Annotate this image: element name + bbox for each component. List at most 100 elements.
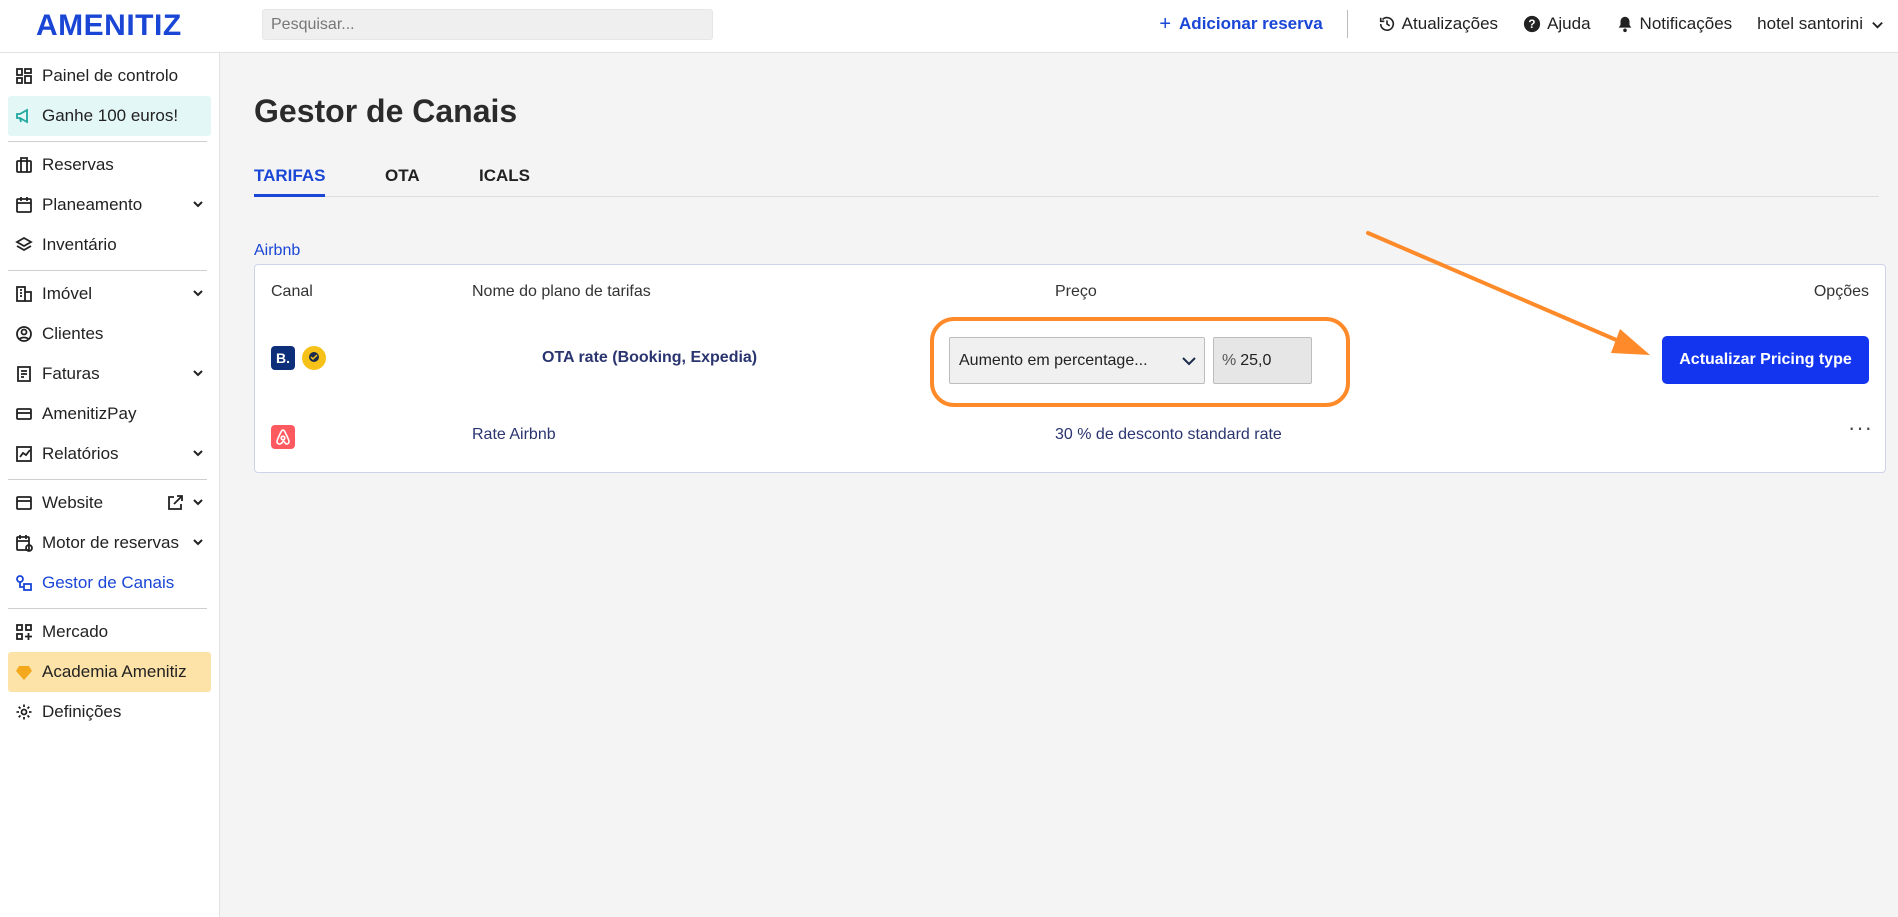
amenitiz-logo[interactable]: AMENITIZ <box>36 9 182 43</box>
suitcase-icon <box>14 155 34 175</box>
sidebar-item-label: Definições <box>42 702 122 721</box>
building-icon <box>14 284 34 304</box>
more-options-icon[interactable]: ··· <box>1848 415 1873 441</box>
sidebar-item-referral[interactable]: Ganhe 100 euros! <box>8 96 211 136</box>
sidebar-item-label: Relatórios <box>42 444 119 463</box>
notifications-label: Notificações <box>1639 14 1733 33</box>
plan-name-ota: OTA rate (Booking, Expedia) <box>542 349 758 366</box>
percent-unit: % <box>1222 351 1237 369</box>
header-channel: Canal <box>271 283 313 300</box>
tab-bar: TARIFAS OTA ICALS <box>254 166 1879 197</box>
help-label: Ajuda <box>1547 14 1591 33</box>
plus-icon: + <box>1159 12 1172 35</box>
sidebar-item-property[interactable]: Imóvel <box>8 274 211 314</box>
header-plan-name: Nome do plano de tarifas <box>472 283 651 300</box>
svg-text:B.: B. <box>276 350 290 366</box>
percentage-field[interactable]: % <box>1213 337 1312 384</box>
sidebar-item-reservations[interactable]: Reservas <box>8 145 211 185</box>
users-icon <box>14 324 34 344</box>
chart-icon <box>14 444 34 464</box>
sidebar-item-amenitizpay[interactable]: AmenitizPay <box>8 394 211 434</box>
card-icon <box>14 404 34 424</box>
channels-icon <box>14 573 34 593</box>
layers-icon <box>14 235 34 255</box>
sidebar-item-label: Motor de reservas <box>42 533 179 552</box>
sidebar-divider <box>8 479 207 480</box>
tab-ota[interactable]: OTA <box>385 166 420 194</box>
sidebar-item-settings[interactable]: Definições <box>8 692 211 732</box>
expedia-icon <box>302 346 326 370</box>
hotel-menu[interactable]: hotel santorini <box>1757 14 1884 34</box>
help-button[interactable]: ? Ajuda <box>1523 14 1591 34</box>
booking-icon: B. <box>271 346 295 370</box>
updates-button[interactable]: Atualizações <box>1378 14 1498 34</box>
chevron-down-icon[interactable] <box>191 197 205 211</box>
tab-tarifas[interactable]: TARIFAS <box>254 166 326 197</box>
dashboard-icon <box>14 66 34 86</box>
sidebar: Painel de controlo Ganhe 100 euros! Rese… <box>0 53 220 917</box>
chevron-down-icon[interactable] <box>191 286 205 300</box>
calendar-icon <box>14 195 34 215</box>
chevron-down-icon[interactable] <box>191 535 205 549</box>
history-icon <box>1379 16 1394 32</box>
top-bar: AMENITIZ + Adicionar reserva Atualizaçõe… <box>0 0 1898 53</box>
sidebar-item-planning[interactable]: Planeamento <box>8 185 211 225</box>
invoice-icon <box>14 364 34 384</box>
sidebar-divider <box>8 270 207 271</box>
chevron-down-icon[interactable] <box>191 366 205 380</box>
sidebar-item-label: Website <box>42 493 104 512</box>
sidebar-item-label: Planeamento <box>42 195 143 214</box>
pricing-type-select[interactable]: Aumento em percentage... <box>949 337 1205 384</box>
sidebar-item-label: Reservas <box>42 155 114 174</box>
chevron-down-icon <box>1182 357 1196 366</box>
pricing-type-value: Aumento em percentage... <box>959 351 1148 369</box>
updates-label: Atualizações <box>1401 14 1499 33</box>
sidebar-item-label: Gestor de Canais <box>42 573 175 592</box>
browser-icon <box>14 493 34 513</box>
sidebar-item-dashboard[interactable]: Painel de controlo <box>8 56 211 96</box>
external-link-icon[interactable] <box>166 494 184 512</box>
sidebar-item-label: Academia Amenitiz <box>42 662 187 681</box>
hotel-name: hotel santorini <box>1757 14 1863 33</box>
sidebar-item-label: Painel de controlo <box>42 66 179 85</box>
rates-table: Canal Nome do plano de tarifas Preço Opç… <box>254 264 1886 473</box>
sidebar-item-label: Faturas <box>42 364 100 383</box>
sidebar-item-channel-manager[interactable]: Gestor de Canais <box>8 563 211 603</box>
price-airbnb: 30 % de desconto standard rate <box>1055 426 1282 443</box>
header-options: Opções <box>1813 283 1869 300</box>
svg-text:?: ? <box>1528 18 1535 31</box>
sidebar-item-invoices[interactable]: Faturas <box>8 354 211 394</box>
diamond-icon <box>14 662 34 682</box>
search-input[interactable] <box>262 9 713 40</box>
gear-icon <box>14 702 34 722</box>
sidebar-item-marketplace[interactable]: Mercado <box>8 612 211 652</box>
divider <box>1346 10 1348 38</box>
sidebar-item-reports[interactable]: Relatórios <box>8 434 211 474</box>
sidebar-item-clients[interactable]: Clientes <box>8 314 211 354</box>
chevron-down-icon[interactable] <box>191 495 205 509</box>
sidebar-item-website[interactable]: Website <box>8 483 211 523</box>
sidebar-item-label: Inventário <box>42 235 117 254</box>
sidebar-divider <box>8 608 207 609</box>
sidebar-item-label: Ganhe 100 euros! <box>42 106 179 125</box>
add-reservation-label: Adicionar reserva <box>1179 14 1323 33</box>
section-airbnb-link[interactable]: Airbnb <box>254 242 300 260</box>
sidebar-item-inventory[interactable]: Inventário <box>8 225 211 265</box>
update-pricing-type-button[interactable]: Actualizar Pricing type <box>1662 336 1869 384</box>
sidebar-item-label: Clientes <box>42 324 104 343</box>
plan-name-airbnb: Rate Airbnb <box>472 426 556 443</box>
sidebar-item-academy[interactable]: Academia Amenitiz <box>8 652 211 692</box>
sidebar-item-label: AmenitizPay <box>42 404 137 423</box>
tab-icals[interactable]: ICALS <box>479 166 530 194</box>
add-reservation-button[interactable]: + Adicionar reserva <box>1159 13 1322 36</box>
calendar-check-icon <box>14 533 34 553</box>
sidebar-item-label: Mercado <box>42 622 109 641</box>
apps-icon <box>14 622 34 642</box>
help-icon: ? <box>1523 15 1541 33</box>
sidebar-item-label: Imóvel <box>42 284 93 303</box>
chevron-down-icon[interactable] <box>191 446 205 460</box>
chevron-down-icon <box>1872 21 1883 29</box>
percentage-input[interactable] <box>1240 351 1301 370</box>
notifications-button[interactable]: Notificações <box>1616 14 1733 34</box>
sidebar-item-booking-engine[interactable]: Motor de reservas <box>8 523 211 563</box>
